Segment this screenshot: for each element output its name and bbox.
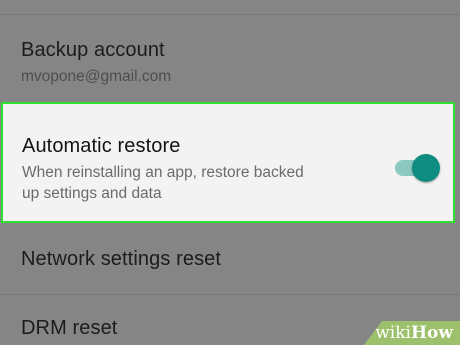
backup-account-row[interactable]: Backup account mvopone@gmail.com (0, 15, 460, 101)
network-settings-reset-row[interactable]: Network settings reset (0, 226, 460, 294)
watermark-wiki: wiki (375, 323, 411, 343)
network-settings-reset-title: Network settings reset (21, 248, 222, 270)
backup-account-title: Backup account (21, 39, 165, 61)
watermark-how: How (410, 323, 453, 343)
toggle-thumb (412, 154, 440, 182)
wikihow-logo-text: wikiHow (375, 323, 453, 343)
drm-reset-title: DRM reset (21, 317, 118, 339)
automatic-restore-toggle[interactable] (395, 154, 441, 182)
automatic-restore-title: Automatic restore (22, 135, 181, 157)
settings-list: Backup account mvopone@gmail.com Automat… (0, 0, 460, 345)
automatic-restore-description-line-2: up settings and data (22, 185, 162, 202)
backup-account-email: mvopone@gmail.com (21, 68, 172, 85)
automatic-restore-description-line-1: When reinstalling an app, restore backed (22, 164, 304, 181)
automatic-restore-row[interactable]: Automatic restore When reinstalling an a… (1, 102, 455, 223)
